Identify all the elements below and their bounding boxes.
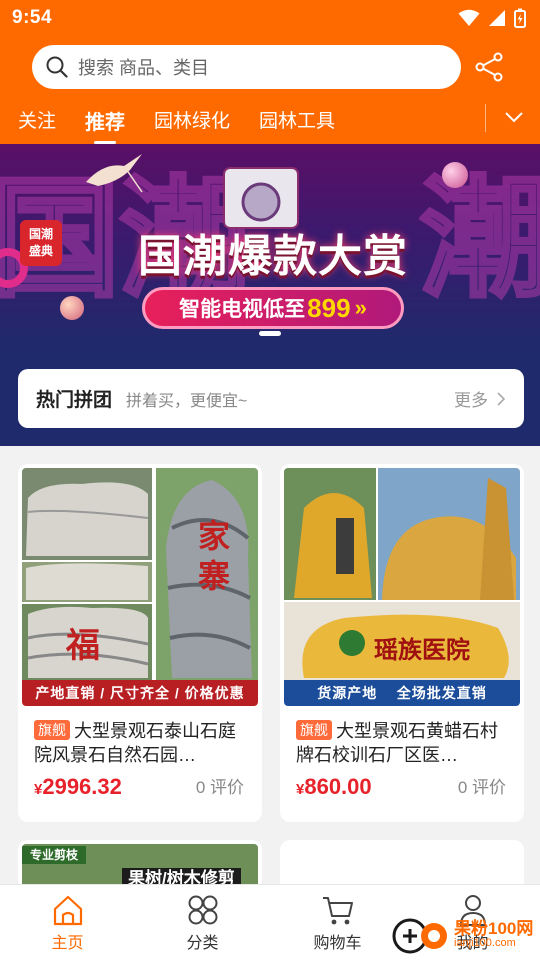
banner-title: 国潮爆款大赏 [138, 232, 408, 281]
tab-garden-tools[interactable]: 园林工具 [259, 98, 335, 133]
group-buy-desc: 拼着买，更便宜~ [126, 392, 248, 410]
chevron-down-icon[interactable] [503, 106, 525, 128]
banner-arrows: » [354, 295, 367, 320]
tab-divider [485, 104, 486, 132]
tab-garden-greening[interactable]: 园林绿化 [154, 98, 230, 133]
nav-cart-label: 购物车 [313, 935, 362, 952]
watermark-text: 果粉100网 [454, 918, 534, 938]
group-buy-section: 热门拼团 拼着买，更便宜~ 更多 [0, 350, 540, 446]
search-input[interactable]: 搜索 商品、类目 [32, 45, 461, 89]
crane-icon [86, 154, 143, 193]
carousel-indicator [259, 331, 281, 336]
group-buy-card[interactable]: 热门拼团 拼着买，更便宜~ 更多 [18, 369, 524, 428]
price-value: 860.00 [304, 774, 372, 799]
chevron-right-icon [497, 391, 506, 406]
signal-icon [489, 10, 505, 26]
watermark-url: ianji100.com [454, 936, 516, 949]
stone-inscription: 福 [66, 627, 100, 665]
stone-photo-collage [284, 468, 520, 680]
nav-home[interactable]: 主页 [0, 885, 135, 960]
product-image-banner: 货源产地 全场批发直销 [284, 680, 520, 706]
status-icons [458, 8, 526, 28]
nav-cart[interactable]: 购物车 [270, 885, 405, 960]
category-tabs: 关注 推荐 园林绿化 园林工具 [0, 98, 540, 144]
banner-badge: 国潮 盛典 [20, 220, 62, 266]
tab-follow[interactable]: 关注 [18, 98, 56, 133]
group-buy-more[interactable]: 更多 [454, 386, 488, 411]
watermark-text-group: 果粉100网 ianji100.com [454, 920, 533, 949]
price-value: 2996.32 [42, 774, 122, 799]
product-price: ¥860.00 [296, 774, 372, 800]
home-icon [53, 895, 82, 926]
status-bar: 9:54 [0, 0, 540, 36]
product-image-tag: 专业剪枝 [22, 846, 87, 864]
search-icon [46, 56, 68, 78]
promo-banner[interactable]: 国潮 潮 国潮 盛典 国潮爆款大赏 智能电视低至 899 » [0, 144, 540, 350]
product-name: 旗舰 大型景观石泰山石庭院风景石自然石园… [34, 719, 250, 767]
category-icon [188, 895, 217, 925]
product-price: ¥2996.32 [34, 774, 122, 800]
product-name: 旗舰 大型景观石黄蜡石村牌石校训石厂区医… [296, 719, 512, 767]
product-image: 瑶族医院 货源产地 全场批发直销 [284, 468, 520, 706]
product-reviews: 0 评价 [457, 778, 506, 797]
banner-bg-text: 潮 [418, 166, 540, 312]
banner-decoration [60, 296, 84, 320]
status-time: 9:54 [12, 7, 53, 28]
nav-category-label: 分类 [186, 935, 219, 952]
product-card[interactable]: 瑶族医院 货源产地 全场批发直销 旗舰 大型景观石黄蜡石村牌石校训石厂区医… ¥8… [280, 464, 524, 822]
watermark: 果粉100网 ianji100.com [390, 914, 533, 954]
flagship-tag: 旗舰 [34, 720, 70, 740]
tab-recommend[interactable]: 推荐 [85, 98, 125, 144]
battery-icon [514, 8, 526, 28]
watermark-logo-icon [392, 918, 447, 954]
banner-price: 899 [307, 292, 351, 323]
banner-decoration [442, 162, 468, 188]
stone-inscription: 家寨 [197, 518, 230, 594]
flagship-tag: 旗舰 [296, 720, 332, 740]
product-image-banner: 产地直销 / 尺寸齐全 / 价格优惠 [22, 680, 258, 706]
banner-subtitle: 智能电视低至 [179, 298, 306, 321]
wifi-icon [458, 9, 480, 26]
nav-home-label: 主页 [51, 935, 84, 952]
share-icon[interactable] [474, 52, 504, 82]
cart-icon [322, 897, 353, 925]
product-image: 福 家寨 产地直销 / 尺寸齐全 / 价格优惠 [22, 468, 258, 706]
product-card[interactable]: 福 家寨 产地直销 / 尺寸齐全 / 价格优惠 旗舰 大型景观石泰山石庭院风景石自… [18, 464, 262, 822]
search-placeholder: 搜索 商品、类目 [78, 58, 210, 78]
header: 搜索 商品、类目 关注 推荐 园林绿化 园林工具 [0, 36, 540, 144]
stone-inscription: 瑶族医院 [374, 637, 470, 664]
group-buy-title: 热门拼团 [36, 390, 113, 411]
nav-category[interactable]: 分类 [135, 885, 270, 960]
product-reviews: 0 评价 [195, 778, 244, 797]
banner-promo-pill: 智能电视低至 899 » [142, 287, 404, 329]
